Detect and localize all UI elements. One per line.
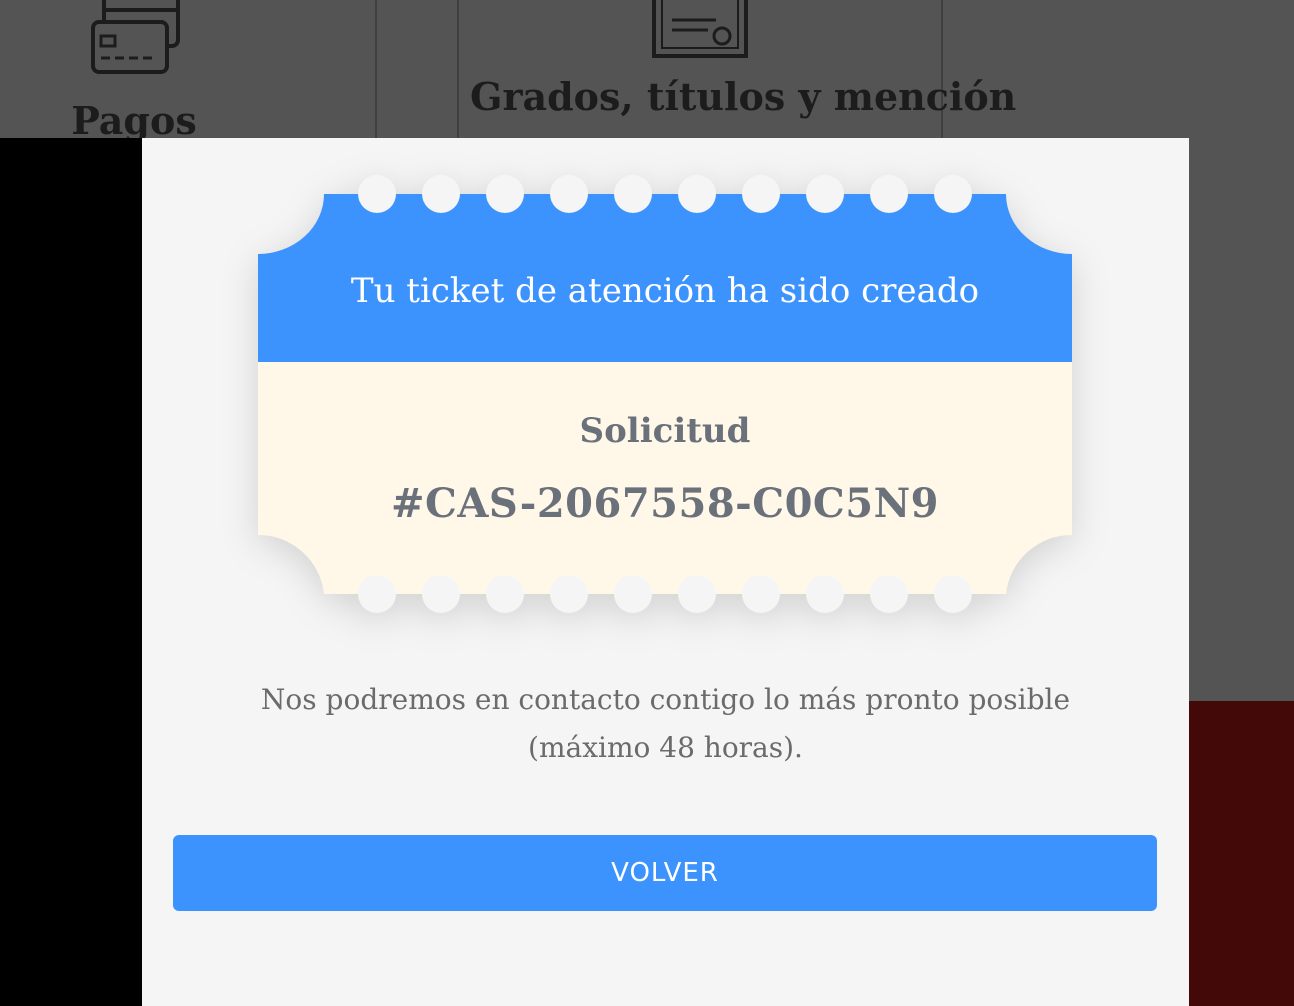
ticket-confirmation-modal: Tu ticket de atención ha sido creado Sol… [142, 138, 1189, 1006]
ticket-request-code: #CAS-2067558-C0C5N9 [391, 480, 939, 527]
ticket-request-label: Solicitud [579, 411, 751, 451]
ticket-shape [258, 175, 1072, 613]
tile-divider [941, 0, 943, 140]
contact-message-line: (máximo 48 horas). [528, 731, 803, 764]
background-block [1189, 701, 1294, 1006]
tile-label-degrees: Grados, títulos y mención [470, 74, 1017, 119]
ticket-header-title: Tu ticket de atención ha sido creado [350, 271, 980, 311]
tile-divider [375, 0, 377, 140]
background-strip [0, 138, 142, 1006]
contact-message-line: Nos podremos en contacto contigo lo más … [260, 683, 1071, 716]
certificate-icon [652, 0, 748, 58]
back-button[interactable]: VOLVER [173, 835, 1157, 911]
credit-card-icon [91, 0, 180, 74]
contact-message: Nos podremos en contacto contigo lo más … [222, 676, 1109, 772]
ticket-card: Tu ticket de atención ha sido creado Sol… [258, 175, 1072, 613]
tile-divider [457, 0, 459, 140]
